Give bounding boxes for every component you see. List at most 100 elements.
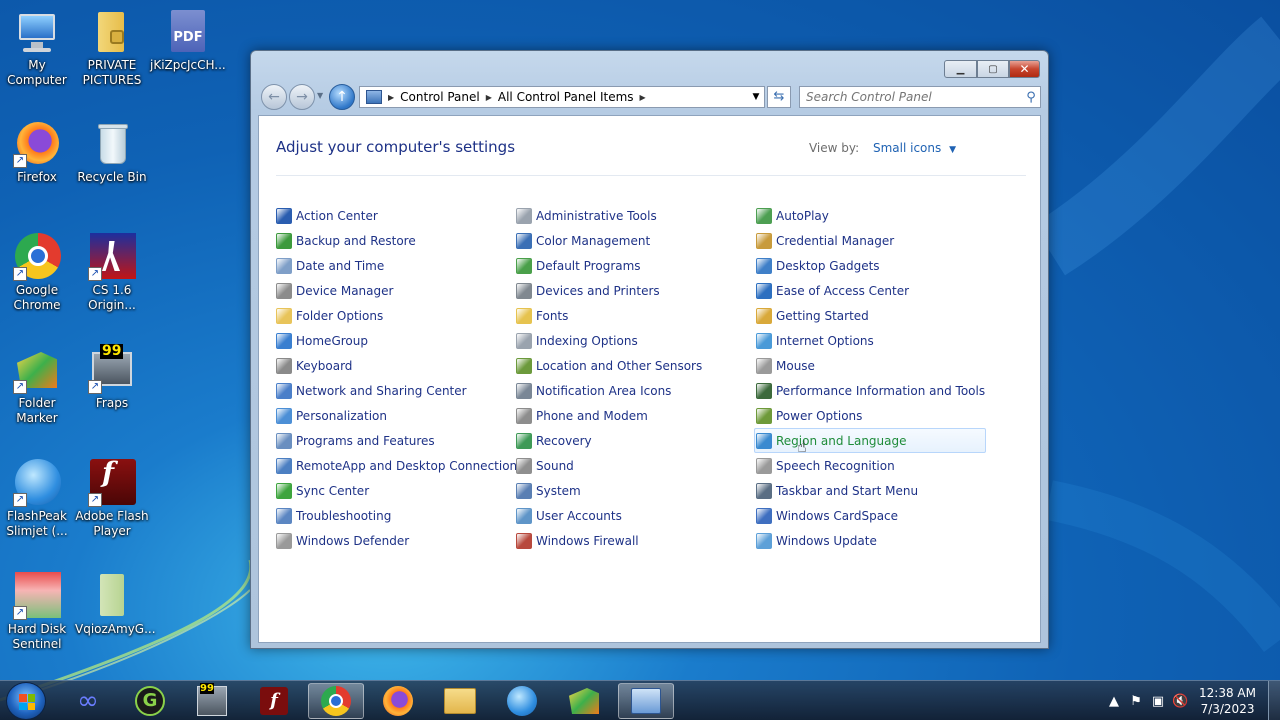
cp-item-label: Backup and Restore <box>296 233 416 248</box>
cp-item-credential-manager[interactable]: Credential Manager <box>756 228 990 253</box>
show-desktop-button[interactable] <box>1268 681 1280 720</box>
cp-item-recovery[interactable]: Recovery <box>516 428 750 453</box>
cp-item-remoteapp-and-desktop-connections[interactable]: RemoteApp and Desktop Connections <box>276 453 523 478</box>
cp-item-system[interactable]: System <box>516 478 750 503</box>
cp-item-windows-update[interactable]: Windows Update <box>756 528 990 553</box>
taskbar-item-explorer[interactable] <box>432 683 488 719</box>
taskbar-item-firefox[interactable] <box>370 683 426 719</box>
cp-item-ease-of-access-center[interactable]: Ease of Access Center <box>756 278 990 303</box>
cp-item-troubleshooting[interactable]: Troubleshooting <box>276 503 510 528</box>
cp-item-sound[interactable]: Sound <box>516 453 750 478</box>
minimize-button[interactable]: ▁ <box>944 60 977 78</box>
cp-item-sync-center[interactable]: Sync Center <box>276 478 510 503</box>
cp-item-keyboard[interactable]: Keyboard <box>276 353 510 378</box>
cp-item-administrative-tools[interactable]: Administrative Tools <box>516 203 750 228</box>
up-button[interactable]: ↑ <box>329 84 355 110</box>
chevron-down-icon[interactable]: ▼ <box>949 145 956 155</box>
cp-item-mouse[interactable]: Mouse <box>756 353 990 378</box>
cp-item-performance-information-and-tools[interactable]: Performance Information and Tools <box>756 378 990 403</box>
cp-item-network-and-sharing-center[interactable]: Network and Sharing Center <box>276 378 510 403</box>
address-bar[interactable]: ▶ Control Panel ▶ All Control Panel Item… <box>359 86 765 108</box>
search-input[interactable] <box>800 88 1022 106</box>
cp-item-desktop-gadgets[interactable]: Desktop Gadgets <box>756 253 990 278</box>
desktop-icon-recycle-bin[interactable]: Recycle Bin <box>75 120 149 185</box>
breadcrumb-all-items[interactable]: All Control Panel Items <box>494 90 638 104</box>
cp-item-taskbar-and-start-menu[interactable]: Taskbar and Start Menu <box>756 478 990 503</box>
clock[interactable]: 12:38 AM 7/3/2023 <box>1199 685 1256 717</box>
desktop-icon-adobe-flash[interactable]: f ↗ Adobe Flash Player <box>75 459 149 539</box>
cp-item-autoplay[interactable]: AutoPlay <box>756 203 990 228</box>
cp-item-backup-and-restore[interactable]: Backup and Restore <box>276 228 510 253</box>
cp-item-user-accounts[interactable]: User Accounts <box>516 503 750 528</box>
cp-item-label: Devices and Printers <box>536 283 660 298</box>
cp-item-color-management[interactable]: Color Management <box>516 228 750 253</box>
desktop-icon-firefox[interactable]: ↗ Firefox <box>0 120 74 185</box>
cp-item-action-center[interactable]: Action Center <box>276 203 510 228</box>
desktop-icon-private-pictures[interactable]: PRIVATE PICTURES <box>75 8 149 88</box>
cp-item-device-manager[interactable]: Device Manager <box>276 278 510 303</box>
volume-muted-icon[interactable]: 🔇 <box>1169 694 1191 709</box>
back-button[interactable]: ← <box>261 84 287 110</box>
cp-item-fonts[interactable]: Fonts <box>516 303 750 328</box>
cp-item-programs-and-features[interactable]: Programs and Features <box>276 428 510 453</box>
view-by-dropdown[interactable]: Small icons <box>873 141 941 155</box>
desktop-icon-hard-disk-sentinel[interactable]: ↗ Hard Disk Sentinel <box>0 572 74 652</box>
desktop-icon-fraps[interactable]: 99 ↗ Fraps <box>75 344 149 411</box>
taskbar-item-fraps[interactable]: 99 <box>184 683 240 719</box>
cp-item-power-options[interactable]: Power Options <box>756 403 990 428</box>
search-icon[interactable]: ⚲ <box>1022 90 1040 105</box>
cp-item-personalization[interactable]: Personalization <box>276 403 510 428</box>
cp-item-windows-cardspace[interactable]: Windows CardSpace <box>756 503 990 528</box>
maximize-button[interactable]: ▢ <box>977 60 1009 78</box>
desktop-icon-pdf-file[interactable]: PDF jKiZpcJcCH... <box>150 8 226 73</box>
cp-item-devices-and-printers[interactable]: Devices and Printers <box>516 278 750 303</box>
taskbar-item-chrome[interactable] <box>308 683 364 719</box>
clock-date: 7/3/2023 <box>1200 702 1255 716</box>
chevron-right-icon[interactable]: ▶ <box>386 93 396 102</box>
control-panel-icon <box>366 90 382 104</box>
taskbar-item-infinity[interactable]: ∞ <box>60 683 116 719</box>
taskbar-item-grammarly[interactable]: G <box>122 683 178 719</box>
breadcrumb-control-panel[interactable]: Control Panel <box>396 90 484 104</box>
start-button[interactable] <box>6 682 46 720</box>
desktop-icon-slimjet[interactable]: ↗ FlashPeak Slimjet (... <box>0 459 74 539</box>
taskbar-item-slimjet[interactable] <box>494 683 550 719</box>
network-icon[interactable]: ▣ <box>1147 694 1169 709</box>
cp-item-label: Windows CardSpace <box>776 508 899 523</box>
show-hidden-icons-icon[interactable]: ▲ <box>1103 694 1125 709</box>
cp-item-location-and-other-sensors[interactable]: Location and Other Sensors <box>516 353 750 378</box>
desktop-icon-google-chrome[interactable]: ↗ Google Chrome <box>0 233 74 313</box>
cp-item-region-and-language[interactable]: Region and Language ☝ <box>754 428 986 456</box>
forward-button[interactable]: → <box>289 84 315 110</box>
chevron-right-icon[interactable]: ▶ <box>638 93 648 102</box>
cp-item-windows-defender[interactable]: Windows Defender <box>276 528 510 553</box>
cp-item-label: Color Management <box>536 233 651 248</box>
cp-item-default-programs[interactable]: Default Programs <box>516 253 750 278</box>
cp-item-phone-and-modem[interactable]: Phone and Modem <box>516 403 750 428</box>
desktop-icon-folder-marker[interactable]: ↗ Folder Marker <box>0 346 74 426</box>
taskbar-item-folder-marker[interactable] <box>556 683 612 719</box>
power-options-icon <box>756 407 772 424</box>
cp-item-getting-started[interactable]: Getting Started <box>756 303 990 328</box>
taskbar-item-control-panel[interactable] <box>618 683 674 719</box>
desktop-icon-my-computer[interactable]: My Computer <box>0 8 74 88</box>
cp-item-homegroup[interactable]: HomeGroup <box>276 328 510 353</box>
refresh-button[interactable]: ⇆ <box>767 86 791 108</box>
cp-item-date-and-time[interactable]: Date and Time <box>276 253 510 278</box>
desktop-icon-folder[interactable]: VqiozAmyG... <box>75 572 156 637</box>
chevron-right-icon[interactable]: ▶ <box>484 93 494 102</box>
cp-item-label: HomeGroup <box>296 333 368 348</box>
control-panel-window: ▁ ▢ ✕ ← → ▼ ↑ ▶ Control Panel ▶ All Cont… <box>250 50 1049 649</box>
cp-item-speech-recognition[interactable]: Speech Recognition <box>756 453 990 478</box>
cp-item-indexing-options[interactable]: Indexing Options <box>516 328 750 353</box>
cp-item-windows-firewall[interactable]: Windows Firewall <box>516 528 750 553</box>
close-button[interactable]: ✕ <box>1009 60 1040 78</box>
desktop-icon-cs16[interactable]: ↗ CS 1.6 Origin... <box>75 233 149 313</box>
address-dropdown-icon[interactable]: ▼ <box>748 92 764 102</box>
cp-item-notification-area-icons[interactable]: Notification Area Icons <box>516 378 750 403</box>
cp-item-folder-options[interactable]: Folder Options <box>276 303 510 328</box>
taskbar-item-flash[interactable]: f <box>246 683 302 719</box>
cp-item-internet-options[interactable]: Internet Options <box>756 328 990 353</box>
recent-pages-chevron-icon[interactable]: ▼ <box>317 91 323 100</box>
action-center-flag-icon[interactable]: ⚑ <box>1125 694 1147 709</box>
